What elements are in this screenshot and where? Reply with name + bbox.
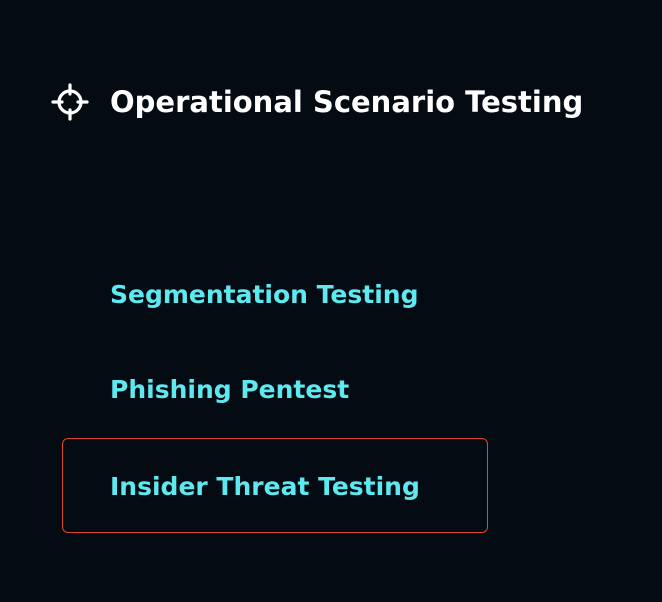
crosshair-icon <box>50 82 90 122</box>
menu-item-segmentation-testing[interactable]: Segmentation Testing <box>110 280 418 309</box>
menu-item-insider-threat-testing[interactable]: Insider Threat Testing <box>110 472 420 501</box>
section-header: Operational Scenario Testing <box>50 82 583 122</box>
operational-scenario-panel: Operational Scenario Testing Segmentatio… <box>0 0 662 602</box>
section-title: Operational Scenario Testing <box>110 85 584 119</box>
menu-item-phishing-pentest[interactable]: Phishing Pentest <box>110 375 349 404</box>
